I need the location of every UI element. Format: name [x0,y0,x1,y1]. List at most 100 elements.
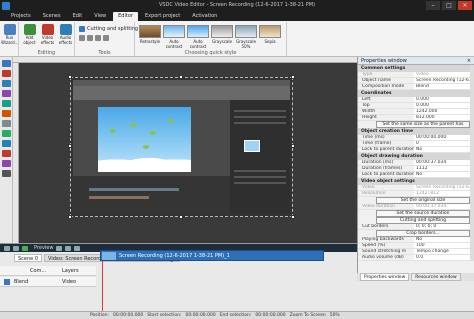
add-object-label: Add object [23,35,36,45]
start-selection-value: 00:00:00.000 [185,313,216,318]
start-selection-label: Start selection: [147,313,182,318]
zoom-to-screen-button[interactable]: Zoom To Screen [290,313,326,318]
scissors-icon [79,26,85,32]
style-auto-contrast[interactable]: Auto contrast [163,25,185,49]
column-layers: Layers [62,268,79,274]
tab-edit[interactable]: Edit [68,12,88,21]
tab-scene-0[interactable]: Scene 0 [14,254,43,262]
zoom-tool-icon[interactable] [1,170,11,177]
audio-tool-icon[interactable] [1,80,11,87]
properties-header: Properties window × [358,57,474,65]
set-same-size-button[interactable]: Set the same size as the parent has [376,121,470,128]
properties-window: Properties window × Common settings Type… [357,57,474,273]
visibility-icon[interactable] [4,279,10,285]
resize-icon[interactable] [103,35,109,41]
track-header-row: Com... Layers [0,266,96,276]
effect-tool-icon[interactable] [1,160,11,167]
image-tool-icon[interactable] [1,90,11,97]
style-auto-contrast-2[interactable]: Auto contrast [187,25,209,49]
style-grayscale[interactable]: Grayscale [211,25,233,44]
scene-work-area [13,57,357,243]
sprite-tool-icon[interactable] [1,130,11,137]
play-icon[interactable] [22,245,28,251]
set-source-duration-button[interactable]: Set the source duration [376,210,470,217]
preview-button[interactable]: Preview [34,245,53,251]
end-selection-value: 00:00:00.000 [255,313,286,318]
zoom-percent[interactable]: 50% [330,313,340,318]
next-frame-icon[interactable] [74,245,81,251]
pointer-tool-icon[interactable] [1,60,11,67]
style-sepia[interactable]: Sepia [259,25,281,44]
shape-tool-icon[interactable] [1,110,11,117]
cutting-splitting-button[interactable]: Cutting and splitting [79,26,138,32]
tab-activation[interactable]: Activation [187,12,222,21]
clip-label: Screen Recording (12-6-2017 1-38-21 PM)_… [119,253,230,259]
audio-effects-button[interactable]: Audio effects [57,24,74,45]
quick-style-group-label: Choosing quick style [184,50,237,56]
resize-handle[interactable] [68,75,72,79]
timeline-clip[interactable]: Screen Recording (12-6-2017 1-38-21 PM)_… [100,250,324,261]
style-retrostyle[interactable]: Retrostyle [139,25,161,44]
tools-group: Cutting and splitting Tools [75,22,138,56]
undo-icon[interactable] [4,245,10,251]
redo-icon[interactable] [13,245,19,251]
position-label: Position: [90,313,110,318]
ribbon: Run Wizard... Add object Video effects A… [0,21,474,57]
run-wizard-label: Run Wizard... [1,35,19,45]
add-object-button[interactable]: Add object [21,24,38,45]
tab-resources-window[interactable]: Resources window [411,273,461,281]
resize-handle[interactable] [179,215,183,219]
tab-projects[interactable]: Projects [6,12,36,21]
tab-export-project[interactable]: Export project [140,12,185,21]
track-blend-mode[interactable]: Blend [14,277,28,287]
prop-row[interactable]: Audio volume (dB) 0.0 [358,255,474,261]
section-video-settings[interactable]: Video object settings [358,178,474,185]
record-tool-icon[interactable] [1,150,11,157]
add-object-icon [23,24,36,35]
crop-icon[interactable] [79,35,85,41]
resize-handle[interactable] [291,144,295,148]
cutting-splitting-prop-button[interactable]: Cutting and splitting [376,217,470,224]
section-coordinates[interactable]: Coordinates [358,90,474,97]
resize-handle[interactable] [179,75,183,79]
close-button[interactable]: ✕ [458,1,472,10]
close-icon[interactable]: × [467,57,471,65]
video-track-header[interactable]: Blend Video [0,277,96,287]
quick-style-group: Retrostyle Auto contrast Auto contrast G… [135,22,287,56]
prev-frame-icon[interactable] [65,245,72,251]
resize-handle[interactable] [68,215,72,219]
resize-handle[interactable] [291,215,295,219]
chart-tool-icon[interactable] [1,120,11,127]
resize-handle[interactable] [68,144,72,148]
video-tool-icon[interactable] [1,70,11,77]
window-controls: – □ ✕ [426,1,472,10]
maximize-button[interactable]: □ [442,1,456,10]
video-frame [73,80,290,214]
scene-canvas[interactable] [68,75,295,219]
set-original-size-button[interactable]: Set the original size [376,197,470,204]
tools-group-label: Tools [98,50,111,56]
subtitle-tool-icon[interactable] [1,140,11,147]
tab-view[interactable]: View [89,12,111,21]
section-common-settings[interactable]: Common settings [358,65,474,72]
editing-group-label: Editing [37,50,56,56]
stop-icon[interactable] [56,245,63,251]
style-grayscale-50[interactable]: Grayscale 50% [235,25,257,49]
tab-editor[interactable]: Editor [113,12,138,21]
section-creation-time[interactable]: Object creation time [358,128,474,135]
text-tool-icon[interactable] [1,100,11,107]
cutting-splitting-label: Cutting and splitting [87,26,139,32]
run-wizard-button[interactable]: Run Wizard... [1,24,18,45]
flip-icon[interactable] [95,35,101,41]
minimize-button[interactable]: – [426,1,440,10]
rotate-icon[interactable] [87,35,93,41]
properties-scrollbar[interactable] [470,65,474,261]
tab-scenes[interactable]: Scenes [38,12,66,21]
playhead[interactable] [102,252,103,312]
status-bar: Position: 00:00:00.000 Start selection: … [0,311,474,319]
resize-handle[interactable] [291,75,295,79]
tab-properties-window[interactable]: Properties window [360,273,410,281]
video-effects-button[interactable]: Video effects [39,24,56,45]
crop-borders-button[interactable]: Crop borders... [376,230,470,237]
section-drawing-duration[interactable]: Object drawing duration [358,153,474,160]
